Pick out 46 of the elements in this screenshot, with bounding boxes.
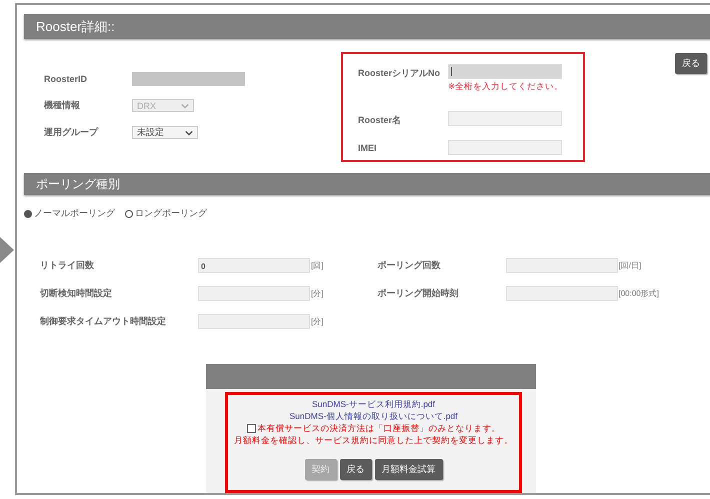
input-field[interactable] xyxy=(506,286,618,300)
radio-button[interactable] xyxy=(24,210,32,218)
dialog-button[interactable]: 月額料金試算 xyxy=(374,459,442,480)
input-field[interactable] xyxy=(448,64,562,79)
input-field[interactable]: 0 xyxy=(198,258,310,272)
dropdown: DRX xyxy=(132,99,194,112)
section-header: Rooster詳細:: xyxy=(24,14,710,39)
field-label: ポーリング回数 xyxy=(378,258,442,272)
field-label: ポーリング開始時刻 xyxy=(378,286,460,300)
unit-label: [回] xyxy=(311,260,324,270)
input-field[interactable] xyxy=(448,140,562,155)
unit-label: [分] xyxy=(311,316,324,326)
input-field[interactable] xyxy=(448,111,562,126)
chevron-down-icon xyxy=(181,102,189,108)
arrow-icon xyxy=(0,237,14,263)
input-field[interactable] xyxy=(198,286,310,300)
field-label: 切断検知時間設定 xyxy=(40,286,113,300)
notice-text: 月額料金を確認し、サービス規約に同意した上で契約を変更します。 xyxy=(234,434,513,446)
field-label: 機種情報 xyxy=(44,99,81,112)
pdf-link[interactable]: SunDMS-個人情報の取り扱いについて.pdf xyxy=(289,410,458,422)
input-field[interactable] xyxy=(132,72,245,86)
unit-label: [回/日] xyxy=(618,260,642,270)
dialog-button[interactable]: 戻る xyxy=(340,459,372,480)
pdf-link[interactable]: SunDMS-サービス利用規約.pdf xyxy=(312,398,436,410)
field-label: 制御要求タイムアウト時間設定 xyxy=(40,314,167,328)
unit-label: [00:00形式] xyxy=(618,288,659,298)
radio-label: ロングポーリング xyxy=(135,207,207,220)
radio-label: ノーマルポーリング xyxy=(34,207,115,220)
field-label: RoosterID xyxy=(44,74,88,84)
input-field[interactable] xyxy=(506,258,618,272)
back-button[interactable]: 戻る xyxy=(675,53,707,74)
field-label: 運用グループ xyxy=(44,126,100,139)
checkbox[interactable] xyxy=(246,424,256,432)
chevron-down-icon xyxy=(185,130,193,136)
notice-text: 本有償サービスの決済方法は「口座振替」のみとなります。 xyxy=(258,422,500,434)
input-field[interactable] xyxy=(198,314,310,328)
section-header: ポーリング種別 xyxy=(24,173,710,195)
field-label: IMEI xyxy=(358,142,378,155)
radio-button[interactable] xyxy=(125,210,133,218)
unit-label: [分] xyxy=(311,288,324,298)
error-message: ※全桁を入力してください。 xyxy=(448,81,564,93)
field-label: Rooster名 xyxy=(358,114,402,127)
dialog-button: 契約 xyxy=(304,459,336,480)
field-label: RoosterシリアルNo xyxy=(358,67,442,80)
field-label: リトライ回数 xyxy=(40,258,95,272)
dropdown[interactable]: 未設定 xyxy=(132,126,198,139)
